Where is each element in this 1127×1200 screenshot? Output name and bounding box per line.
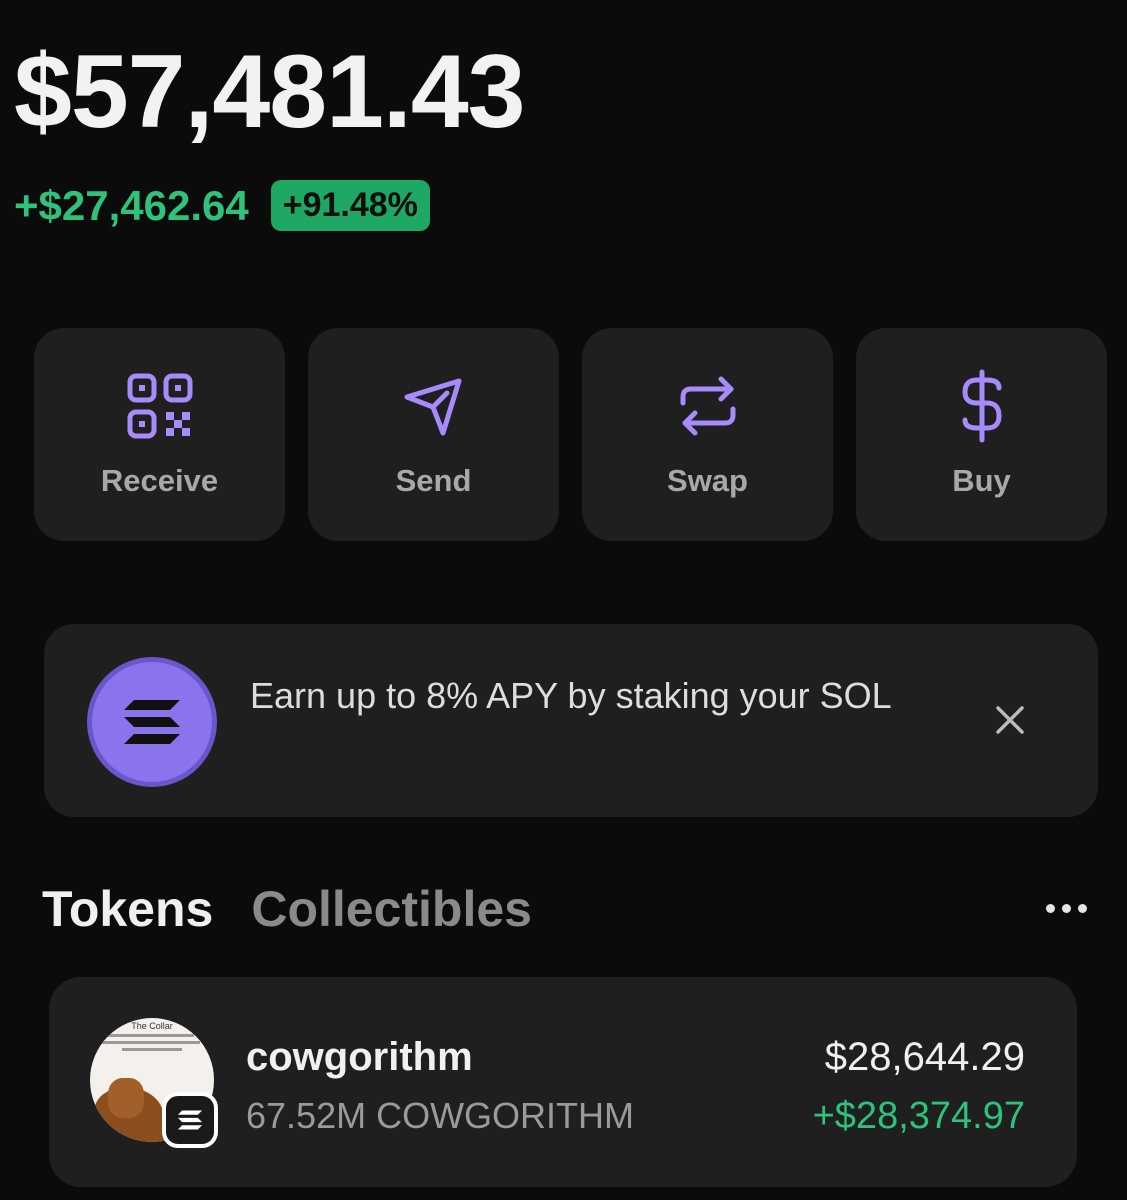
token-amount: 67.52M COWGORITHM [246, 1095, 635, 1136]
balance-change-percent-badge: +91.48% [270, 180, 430, 231]
buy-button[interactable]: Buy [856, 328, 1107, 541]
dollar-icon [947, 369, 1017, 442]
qr-code-icon [125, 371, 195, 441]
swap-label: Swap [667, 462, 748, 498]
send-label: Send [395, 462, 472, 498]
swap-icon [673, 371, 743, 441]
more-icon[interactable] [1046, 904, 1087, 913]
tab-tokens[interactable]: Tokens [42, 880, 213, 938]
action-buttons: Receive Send Swap Buy [34, 328, 1107, 541]
solana-logo-icon [87, 657, 217, 787]
staking-banner[interactable]: Earn up to 8% APY by staking your SOL [44, 624, 1098, 817]
balance-change-amount: +$27,462.64 [14, 181, 249, 229]
token-value: $28,644.29 [824, 1035, 1025, 1079]
receive-label: Receive [100, 462, 219, 498]
balance-change-row: +$27,462.64 +91.48% [14, 180, 430, 231]
solana-badge-icon [162, 1092, 218, 1148]
buy-label: Buy [952, 462, 1011, 498]
wallet-screen: $57,481.43 +$27,462.64 +91.48% Receive S… [0, 0, 1127, 1200]
token-change: +$28,374.97 [812, 1095, 1025, 1137]
close-icon[interactable] [990, 700, 1030, 740]
staking-banner-text: Earn up to 8% APY by staking your SOL [250, 675, 892, 716]
avatar-text-lines [100, 1034, 204, 1055]
send-button[interactable]: Send [308, 328, 559, 541]
token-name: cowgorithm [246, 1035, 473, 1079]
asset-tabs: Tokens Collectibles [42, 880, 532, 938]
tab-collectibles[interactable]: Collectibles [251, 880, 532, 938]
token-row[interactable]: The Collar cowgorithm 67.52M COWGORITHM … [49, 977, 1077, 1187]
swap-button[interactable]: Swap [582, 328, 833, 541]
send-icon [399, 371, 469, 441]
avatar-caption: The Collar [131, 1021, 173, 1031]
cow-head-image [108, 1078, 144, 1118]
receive-button[interactable]: Receive [34, 328, 285, 541]
total-balance: $57,481.43 [14, 34, 526, 150]
